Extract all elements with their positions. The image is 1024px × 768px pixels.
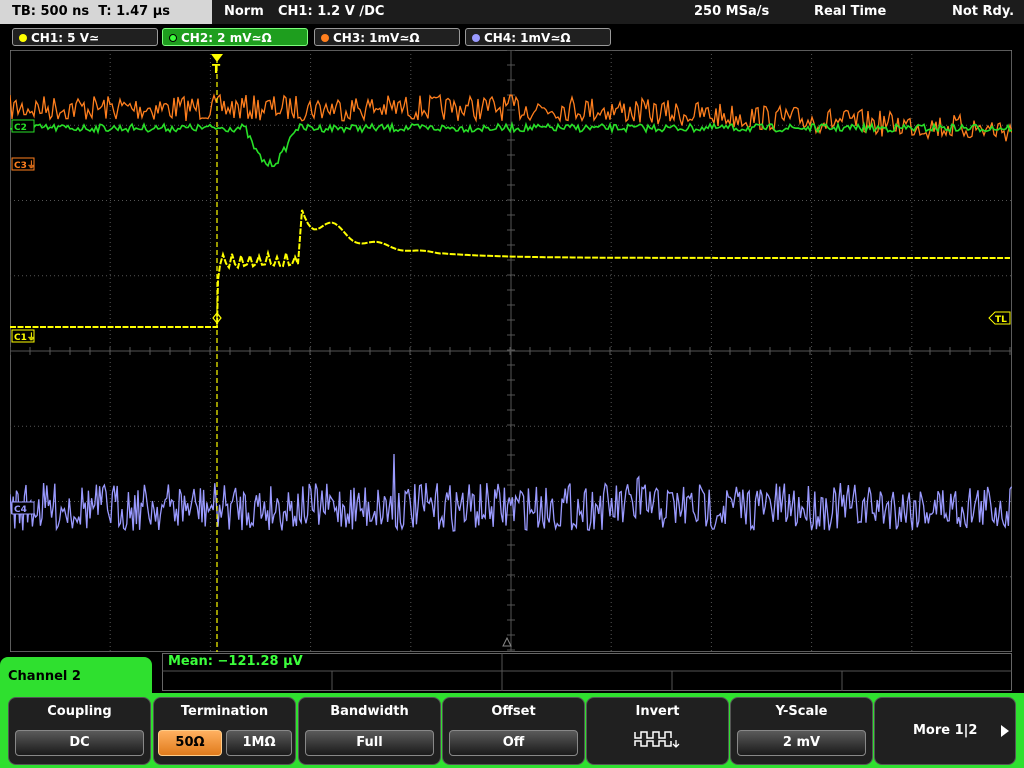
coupling-label: Coupling [47,704,112,719]
bandwidth-label: Bandwidth [330,704,409,719]
timebase-value: TB: 500 ns [12,4,90,19]
tab-ch1[interactable]: CH1: 5 V≃ [12,28,158,46]
more-label: More 1|2 [913,723,978,738]
acquisition-mode: Real Time [814,4,887,19]
trigger-mode[interactable]: Norm [224,0,264,24]
yscale-softkey[interactable]: Y-Scale 2 mV [730,697,873,765]
termination-softkey[interactable]: Termination 50Ω 1MΩ [153,697,296,765]
yscale-value-button[interactable]: 2 mV [737,730,866,756]
c2-marker-text: C2 [14,123,27,133]
ch1-dot-icon [19,34,27,42]
play-arrow-icon [1001,725,1009,737]
sample-rate: 250 MSa/s [694,4,770,19]
termination-1mohm-button[interactable]: 1MΩ [226,730,292,756]
c3-marker[interactable]: C3⏚ [11,157,36,171]
ch4-label: CH4: 1mV≃Ω [484,31,571,45]
invert-softkey[interactable]: Invert [586,697,729,765]
c4-marker-text: C4 [14,505,27,515]
ch4-dot-icon [472,34,480,42]
trigger-time: T: 1.47 µs [98,4,171,19]
coupling-softkey[interactable]: Coupling DC [8,697,151,765]
yscale-label: Y-Scale [775,704,828,719]
tab-ch2[interactable]: CH2: 2 mV≃Ω [162,28,308,46]
tab-ch4[interactable]: CH4: 1mV≃Ω [465,28,611,46]
offset-value-button[interactable]: Off [449,730,578,756]
waveform-display[interactable]: T C3⏚ C2 C1⏚ C4 TL [10,50,1012,652]
mean-measurement[interactable]: Mean: −121.28 µV [168,653,303,671]
c4-marker[interactable]: C4 [11,501,35,515]
offset-label: Offset [491,704,536,719]
tl-marker-text: TL [995,315,1007,325]
c1-marker[interactable]: C1⏚ [11,329,36,343]
ready-status: Not Rdy. [952,4,1015,19]
c2-marker[interactable]: C2 [11,119,35,133]
bandwidth-value-button[interactable]: Full [305,730,434,756]
more-softkey[interactable]: More 1|2 [874,697,1016,765]
coupling-value-button[interactable]: DC [15,730,144,756]
tab-ch3[interactable]: CH3: 1mV≃Ω [314,28,460,46]
ch2-label: CH2: 2 mV≃Ω [181,31,272,45]
trigger-t-marker: T [212,62,221,76]
c3-marker-text: C3⏚ [14,160,36,171]
ch3-label: CH3: 1mV≃Ω [333,31,420,45]
c1-marker-text: C1⏚ [14,332,36,343]
ch2-dot-icon [169,34,177,42]
termination-label: Termination [180,704,269,719]
timebase-readout[interactable]: TB: 500 ns T: 1.47 µs [0,0,212,24]
invert-waveform-icon [634,731,680,748]
ch1-label: CH1: 5 V≃ [31,31,100,45]
invert-label: Invert [635,704,680,719]
offset-softkey[interactable]: Offset Off [442,697,585,765]
ch3-dot-icon [321,34,329,42]
trigger-source[interactable]: CH1: 1.2 V ∕DC [278,0,384,24]
termination-50ohm-button[interactable]: 50Ω [158,730,222,756]
bandwidth-softkey[interactable]: Bandwidth Full [298,697,441,765]
menu-title: Channel 2 [8,669,81,684]
